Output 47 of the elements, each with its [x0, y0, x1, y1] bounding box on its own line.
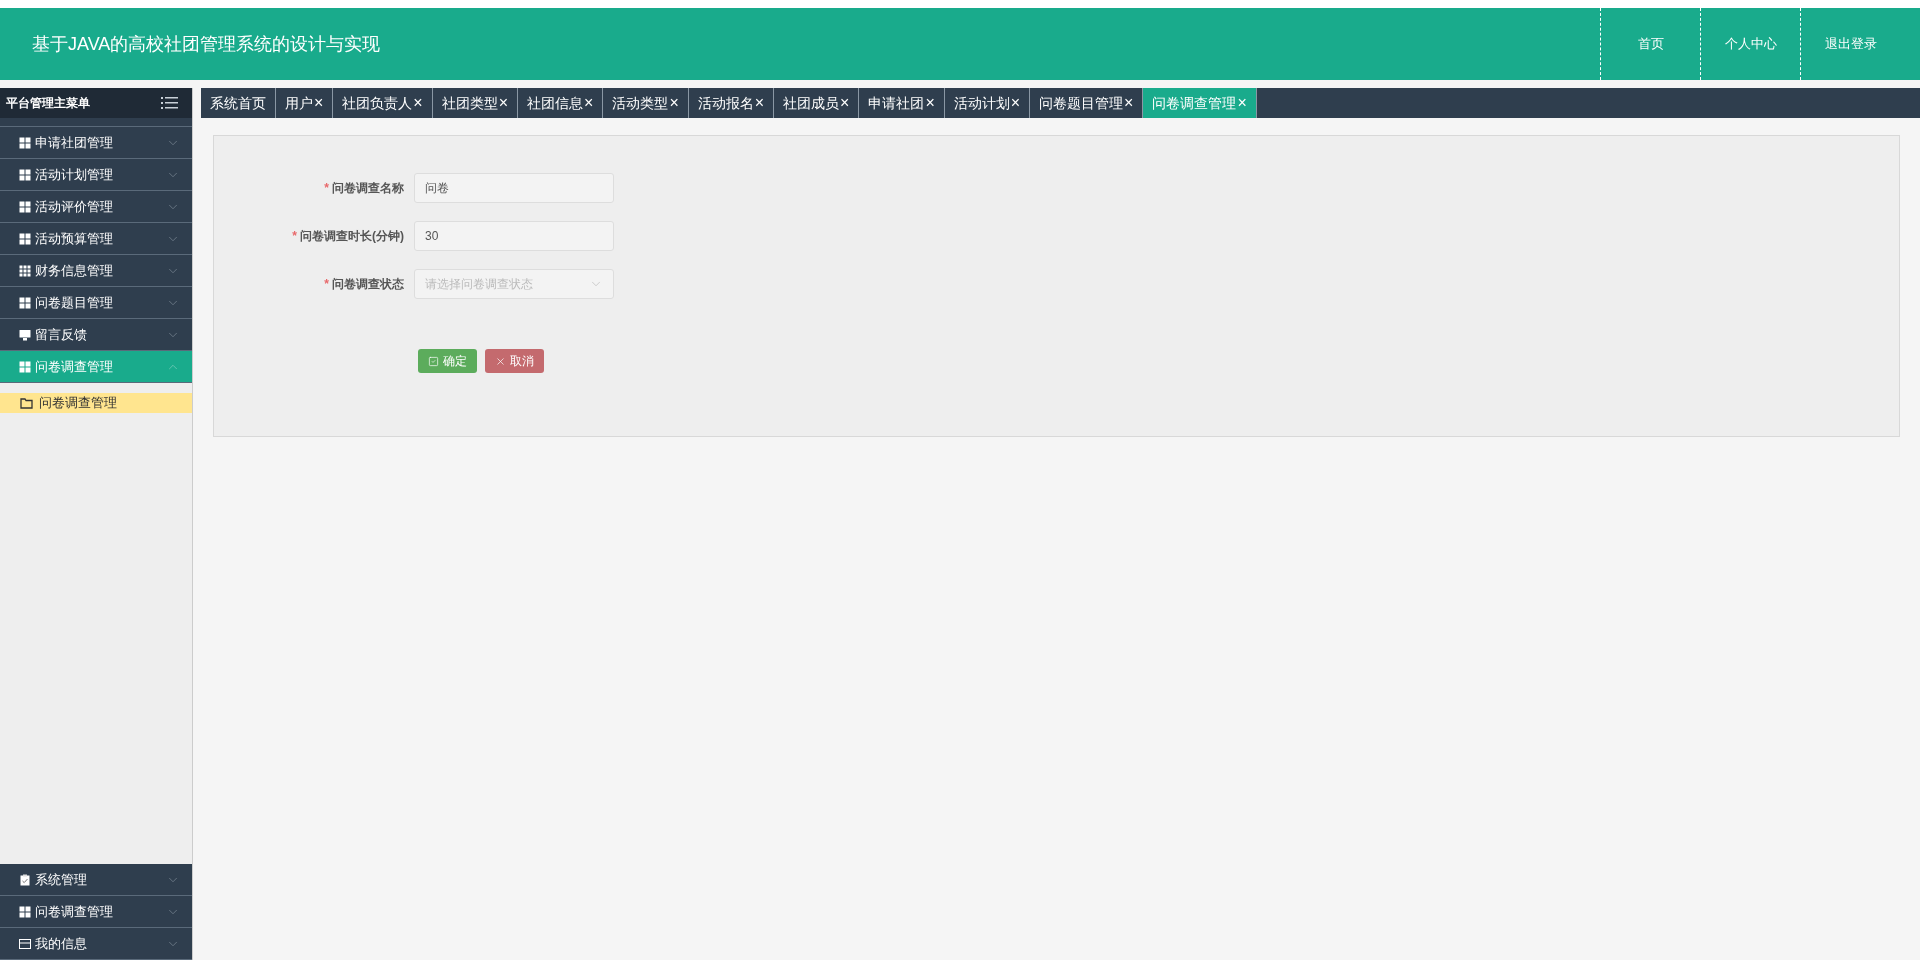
close-icon[interactable]: × — [1124, 91, 1134, 115]
close-icon[interactable]: × — [754, 91, 765, 115]
close-icon[interactable]: × — [669, 91, 679, 115]
submenu-item[interactable]: 问卷调查管理 — [0, 393, 192, 413]
grid-icon — [19, 200, 31, 213]
folder-icon — [20, 397, 33, 409]
close-icon[interactable]: × — [498, 91, 509, 115]
text-field[interactable]: 30 — [414, 221, 614, 251]
grid-icon — [19, 232, 31, 245]
clipboard-icon — [19, 873, 31, 886]
required-mark: * — [324, 180, 329, 197]
sidebar-item[interactable]: 问卷调查管理 — [0, 896, 192, 928]
grid-icon — [19, 136, 31, 149]
grid-icon — [19, 360, 31, 373]
grid-icon — [19, 168, 31, 181]
sidebar-item[interactable]: 我的信息 — [0, 928, 192, 960]
field-label: 问卷调查名称 — [332, 180, 404, 197]
close-icon — [495, 355, 506, 367]
sidebar-item[interactable]: 活动评价管理 — [0, 191, 192, 223]
required-mark: * — [292, 228, 297, 245]
text-field[interactable]: 问卷 — [414, 173, 614, 203]
sidebar-item[interactable]: 活动计划管理 — [0, 159, 192, 191]
monitor-icon — [19, 328, 31, 341]
sidebar-title: 平台管理主菜单 — [6, 95, 90, 112]
card-icon — [19, 937, 31, 950]
field-label: 问卷调查状态 — [332, 276, 404, 293]
sidebar-item[interactable]: 问卷题目管理 — [0, 287, 192, 319]
site-title: 基于JAVA的高校社团管理系统的设计与实现 — [32, 32, 382, 56]
field-label: 问卷调查时长(分钟) — [300, 228, 404, 245]
close-icon[interactable]: × — [1010, 91, 1021, 115]
cancel-button[interactable]: 取消 — [485, 349, 544, 373]
sidebar-item[interactable]: 财务信息管理 — [0, 255, 192, 287]
close-icon[interactable]: × — [840, 91, 850, 115]
close-icon[interactable]: × — [413, 91, 423, 115]
list-icon[interactable] — [161, 97, 178, 109]
close-icon[interactable]: × — [314, 91, 324, 115]
required-mark: * — [324, 276, 329, 293]
sidebar-item[interactable]: 活动预算管理 — [0, 223, 192, 255]
grid-icon — [19, 905, 31, 918]
grid-icon — [19, 296, 31, 309]
checkbox-icon — [428, 355, 439, 367]
sidebar-item[interactable]: 留言反馈 — [0, 319, 192, 351]
sidebar-item[interactable]: 申请社团管理 — [0, 127, 192, 159]
sidebar-item[interactable]: 系统管理 — [0, 864, 192, 896]
table-icon — [19, 264, 31, 277]
close-icon[interactable]: × — [925, 91, 935, 115]
close-icon[interactable]: × — [584, 91, 594, 115]
